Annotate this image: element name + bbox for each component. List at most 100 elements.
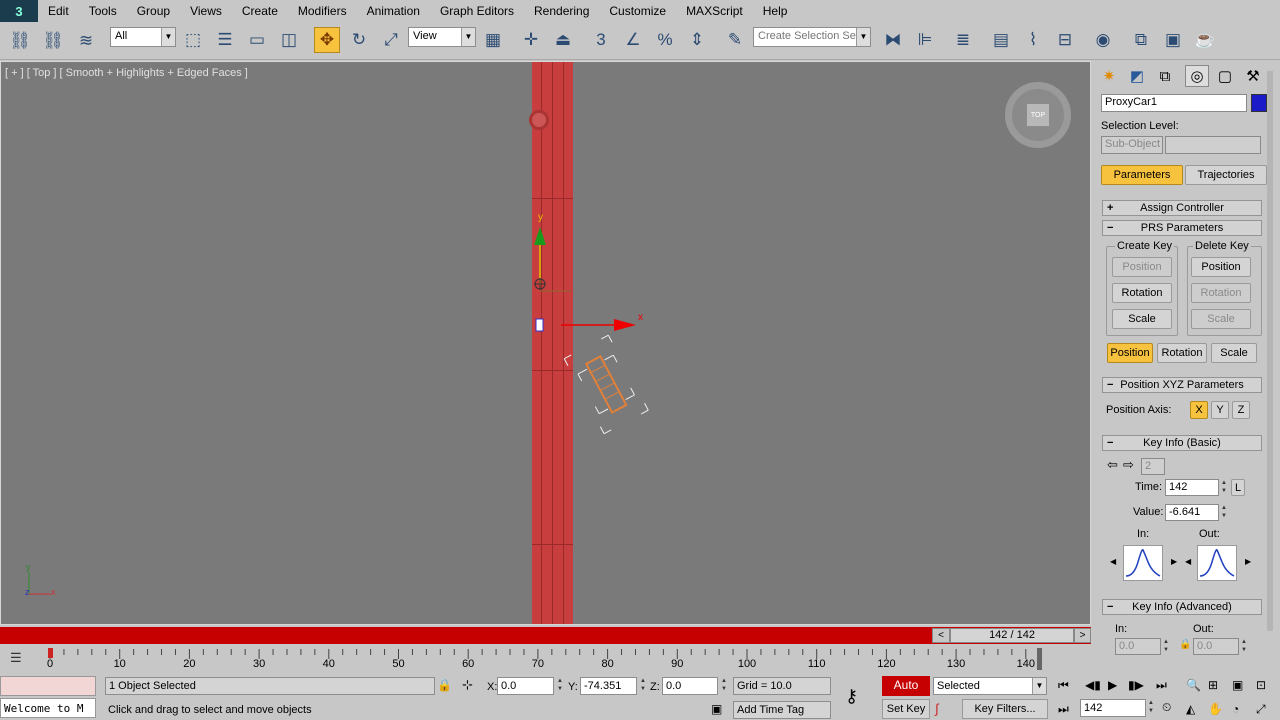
adv-in-spinner[interactable]: ▲ ▼ — [1162, 638, 1170, 655]
viewport-top[interactable]: [ + ] [ Top ] [ Smooth + Highlights + Ed… — [0, 61, 1091, 625]
zoom-extents-all-icon[interactable]: ⊡ — [1256, 678, 1266, 692]
field-of-view-icon[interactable]: ◭ — [1186, 702, 1195, 716]
motion-tab-icon[interactable]: ◎ — [1185, 65, 1209, 87]
time-spinner[interactable]: ▲ ▼ — [1220, 479, 1228, 496]
named-selection-set-field[interactable]: Create Selection Se ▼ — [753, 27, 871, 47]
create-rotation-key-button[interactable]: Rotation — [1112, 283, 1172, 303]
previous-key-icon[interactable]: ⇦ — [1107, 457, 1118, 473]
time-slider-prev-button[interactable]: < — [932, 628, 950, 643]
play-icon[interactable]: ▶ — [1108, 678, 1117, 692]
position-xyz-rollout[interactable]: − Position XYZ Parameters — [1102, 377, 1262, 393]
selection-filter-select[interactable]: All ▼ — [110, 27, 176, 47]
previous-frame-icon[interactable]: ◀▮ — [1085, 678, 1101, 692]
layer-manager-icon[interactable]: ≣ — [950, 27, 976, 53]
out-tangent-next-icon[interactable]: ▶ — [1245, 557, 1251, 566]
go-to-end-icon[interactable]: ⏭ — [1156, 678, 1167, 693]
display-tab-icon[interactable]: ▢ — [1213, 65, 1237, 87]
key-mode-toggle-icon[interactable]: ⏭ — [1058, 702, 1069, 717]
z-spinner[interactable]: ▲ ▼ — [720, 677, 728, 695]
menu-modifiers[interactable]: Modifiers — [288, 0, 357, 22]
current-frame-field[interactable]: 142 — [1080, 699, 1146, 717]
menu-help[interactable]: Help — [753, 0, 798, 22]
app-logo[interactable]: 3 — [0, 0, 38, 22]
parameters-tab[interactable]: Parameters — [1101, 165, 1183, 185]
add-time-tag-button[interactable]: Add Time Tag — [733, 701, 831, 719]
in-tangent-prev-icon[interactable]: ◀ — [1110, 557, 1116, 566]
mirror-icon[interactable]: ⧓ — [880, 27, 906, 53]
object-color-swatch[interactable] — [1251, 94, 1267, 112]
delete-position-key-button[interactable]: Position — [1191, 257, 1251, 277]
value-spinner[interactable]: ▲ ▼ — [1220, 504, 1228, 521]
menu-views[interactable]: Views — [180, 0, 232, 22]
object-name-field[interactable]: ProxyCar1 — [1101, 94, 1247, 112]
x-spinner[interactable]: ▲ ▼ — [556, 677, 564, 695]
maximize-viewport-icon[interactable]: ⤢ — [1256, 702, 1266, 717]
key-number-field[interactable]: 2 — [1141, 458, 1165, 475]
trajectories-tab[interactable]: Trajectories — [1185, 165, 1267, 185]
select-and-move-icon[interactable]: ✥ — [314, 27, 340, 53]
delete-rotation-key-button[interactable]: Rotation — [1191, 283, 1251, 303]
select-by-name-icon[interactable]: ☰ — [212, 27, 238, 53]
auto-key-button[interactable]: Auto Key — [882, 676, 930, 711]
set-key-button[interactable]: Set Key — [882, 699, 930, 719]
y-coordinate-field[interactable]: -74.351 — [580, 677, 637, 695]
percent-snap-icon[interactable]: % — [652, 27, 678, 53]
render-setup-icon[interactable]: ⧉ — [1128, 27, 1154, 53]
time-configuration-icon[interactable]: ⏲ — [1162, 700, 1171, 715]
select-object-icon[interactable]: ⬚ — [180, 27, 206, 53]
out-tangent-button[interactable] — [1197, 545, 1237, 581]
link-icon[interactable]: ⛓ — [7, 28, 33, 54]
viewcube-top-face[interactable]: TOP — [1026, 103, 1050, 127]
menu-maxscript[interactable]: MAXScript — [676, 0, 753, 22]
hierarchy-tab-icon[interactable]: ⧉ — [1153, 65, 1177, 87]
axis-y-button[interactable]: Y — [1211, 401, 1229, 419]
in-tangent-next-icon[interactable]: ▶ — [1171, 557, 1177, 566]
prs-parameters-rollout[interactable]: − PRS Parameters — [1102, 220, 1262, 236]
snaps-toggle-icon[interactable]: 3 — [588, 27, 614, 53]
menu-tools[interactable]: Tools — [79, 0, 127, 22]
time-slider-thumb[interactable]: 142 / 142 — [950, 628, 1074, 643]
proxy-car-object[interactable] — [556, 332, 656, 437]
menu-group[interactable]: Group — [127, 0, 180, 22]
spinner-snap-icon[interactable]: ⇕ — [684, 27, 710, 53]
absolute-mode-transform-icon[interactable]: ⊹ — [462, 677, 473, 693]
value-field[interactable]: -6.641 — [1165, 504, 1219, 521]
current-frame-spinner[interactable]: ▲ ▼ — [1147, 699, 1155, 717]
create-scale-key-button[interactable]: Scale — [1112, 309, 1172, 329]
default-in-out-tangents-icon[interactable]: ∫ — [935, 701, 939, 716]
sub-object-select[interactable] — [1165, 136, 1261, 154]
key-info-basic-rollout[interactable]: − Key Info (Basic) — [1102, 435, 1262, 451]
time-field[interactable]: 142 — [1165, 479, 1219, 496]
x-coordinate-field[interactable]: 0.0 — [497, 677, 554, 695]
adv-in-field[interactable]: 0.0 — [1115, 638, 1161, 655]
viewport-label[interactable]: [ + ] [ Top ] [ Smooth + Highlights + Ed… — [5, 67, 248, 79]
selected-set-select[interactable]: Selected ▼ — [933, 677, 1047, 695]
sub-object-button[interactable]: Sub-Object — [1101, 136, 1163, 154]
angle-snap-icon[interactable]: ∠ — [620, 27, 646, 53]
time-slider[interactable]: < 142 / 142 > — [0, 627, 1091, 644]
lock-icon[interactable]: 🔒 — [1179, 639, 1191, 650]
rectangular-selection-icon[interactable]: ▭ — [244, 27, 270, 53]
create-tab-icon[interactable]: ✷ — [1097, 65, 1121, 87]
axis-x-button[interactable]: X — [1190, 401, 1208, 419]
edit-named-selection-icon[interactable]: ✎ — [722, 27, 748, 53]
go-to-start-icon[interactable]: ⏮ — [1058, 678, 1069, 693]
pan-view-icon[interactable]: ✋ — [1208, 702, 1223, 716]
menu-customize[interactable]: Customize — [599, 0, 676, 22]
scale-mode-button[interactable]: Scale — [1211, 343, 1257, 363]
set-key-icon[interactable]: ⚷ — [845, 686, 858, 707]
axis-z-button[interactable]: Z — [1232, 401, 1250, 419]
zoom-icon[interactable]: 🔍 — [1186, 678, 1201, 692]
pivot-center-icon[interactable]: ▦ — [480, 27, 506, 53]
y-spinner[interactable]: ▲ ▼ — [639, 677, 647, 695]
menu-edit[interactable]: Edit — [38, 0, 79, 22]
rotation-mode-button[interactable]: Rotation — [1157, 343, 1207, 363]
create-position-key-button[interactable]: Position — [1112, 257, 1172, 277]
z-coordinate-field[interactable]: 0.0 — [662, 677, 718, 695]
unlink-icon[interactable]: ⛓ — [40, 28, 66, 54]
key-filters-button[interactable]: Key Filters... — [962, 699, 1048, 719]
track-bar[interactable]: ☰ 0 10 20 30 40 50 60 70 80 90 100 110 120 130 140 — [0, 646, 1091, 672]
material-editor-icon[interactable]: ◉ — [1090, 27, 1116, 53]
menu-create[interactable]: Create — [232, 0, 288, 22]
bind-space-warp-icon[interactable]: ≋ — [73, 28, 99, 54]
